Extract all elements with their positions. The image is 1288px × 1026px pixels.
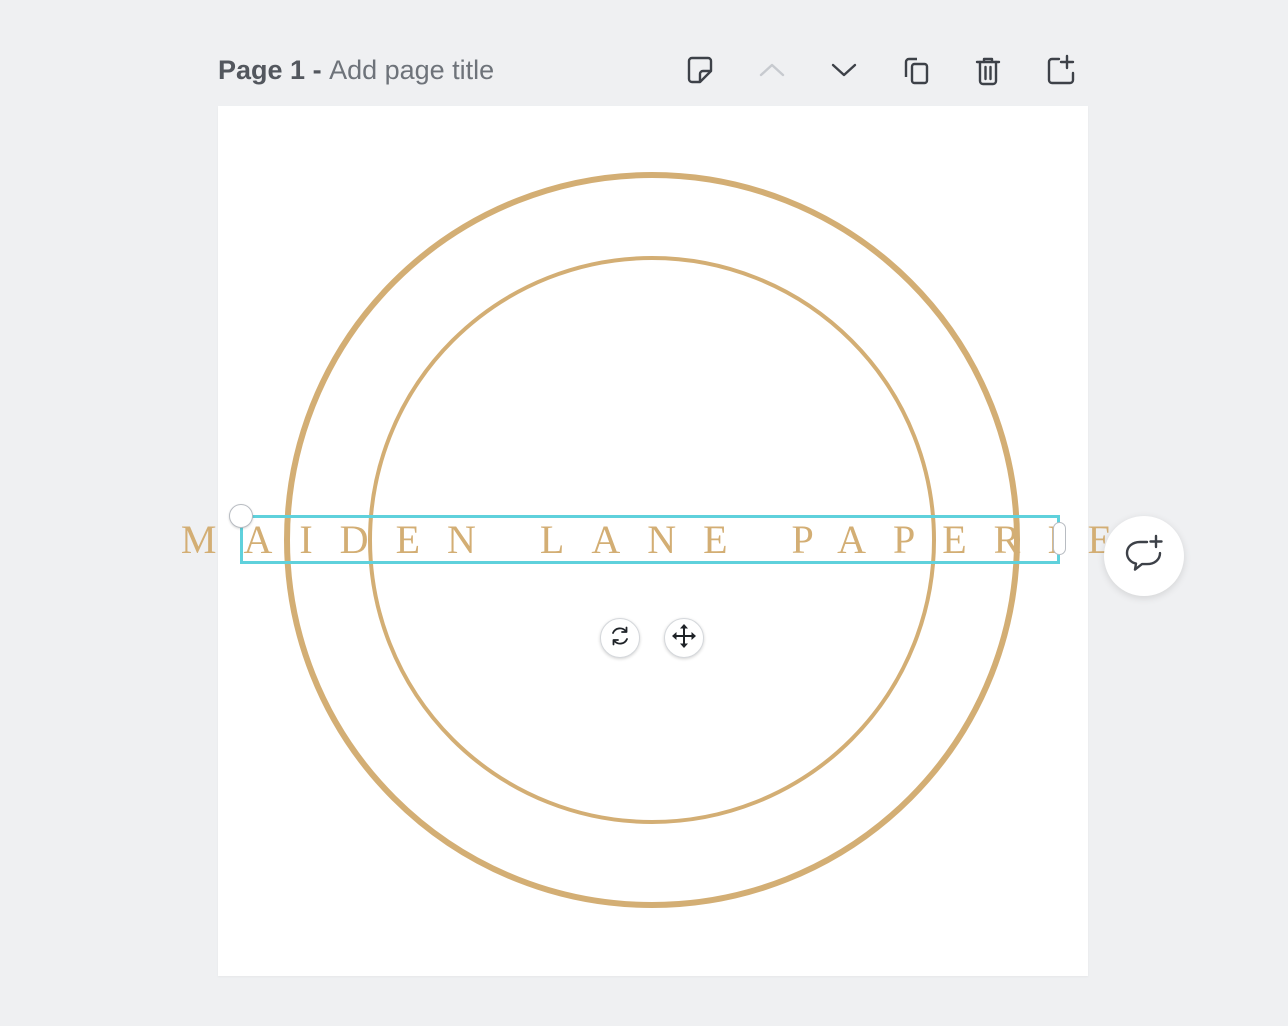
- selected-text-box[interactable]: MAIDEN LANE PAPERIE: [181, 504, 1112, 564]
- move-page-down-button[interactable]: [824, 50, 864, 90]
- resize-handle-corner[interactable]: [229, 504, 253, 528]
- trash-icon: [972, 53, 1004, 87]
- move-icon: [670, 622, 698, 655]
- add-page-icon: [1043, 53, 1077, 87]
- page-number-label: Page 1: [218, 55, 306, 85]
- duplicate-icon: [900, 53, 932, 87]
- add-comment-button[interactable]: [1104, 516, 1184, 596]
- rotate-icon: [608, 624, 632, 653]
- resize-handle-side[interactable]: [1053, 522, 1066, 555]
- duplicate-page-button[interactable]: [896, 50, 936, 90]
- brand-text[interactable]: MAIDEN LANE PAPERIE: [181, 517, 1112, 562]
- notes-button[interactable]: [680, 50, 720, 90]
- page-title-separator: -: [305, 55, 330, 85]
- add-page-button[interactable]: [1040, 50, 1080, 90]
- rotate-button[interactable]: [600, 618, 640, 658]
- move-page-up-button[interactable]: [752, 50, 792, 90]
- design-canvas[interactable]: MAIDEN LANE PAPERIE: [181, 106, 1112, 976]
- delete-page-button[interactable]: [968, 50, 1008, 90]
- page-title-input[interactable]: Add page title: [329, 55, 494, 85]
- move-button[interactable]: [664, 618, 704, 658]
- chevron-up-icon: [757, 55, 787, 85]
- page-header: Page 1 - Add page title: [218, 50, 1088, 90]
- page-title: Page 1 - Add page title: [218, 54, 494, 86]
- add-comment-icon: [1122, 532, 1166, 581]
- notes-icon: [683, 53, 717, 87]
- chevron-down-icon: [829, 55, 859, 85]
